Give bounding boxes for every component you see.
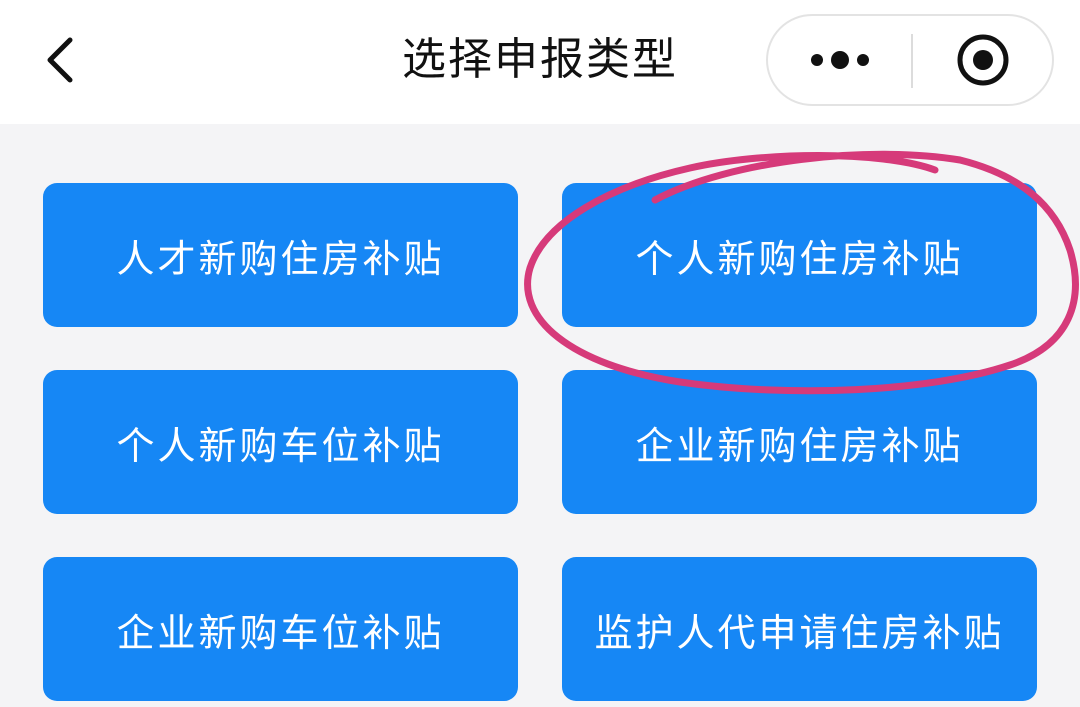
option-button-enterprise-housing[interactable]: 企业新购住房补贴 (562, 370, 1037, 514)
option-button-personal-parking[interactable]: 个人新购车位补贴 (43, 370, 518, 514)
close-button[interactable] (913, 16, 1052, 104)
mini-program-capsule (766, 14, 1054, 106)
more-dots-icon (810, 51, 869, 69)
back-button[interactable] (30, 22, 90, 98)
target-circle-icon (957, 34, 1008, 86)
option-button-guardian-housing[interactable]: 监护人代申请住房补贴 (562, 557, 1037, 701)
option-button-enterprise-parking[interactable]: 企业新购车位补贴 (43, 557, 518, 701)
option-button-personal-housing[interactable]: 个人新购住房补贴 (562, 183, 1037, 327)
more-button[interactable] (768, 16, 911, 104)
nav-bar: 选择申报类型 (0, 0, 1080, 124)
option-button-talent-housing[interactable]: 人才新购住房补贴 (43, 183, 518, 327)
chevron-left-icon (47, 37, 73, 83)
page-title: 选择申报类型 (402, 34, 678, 85)
